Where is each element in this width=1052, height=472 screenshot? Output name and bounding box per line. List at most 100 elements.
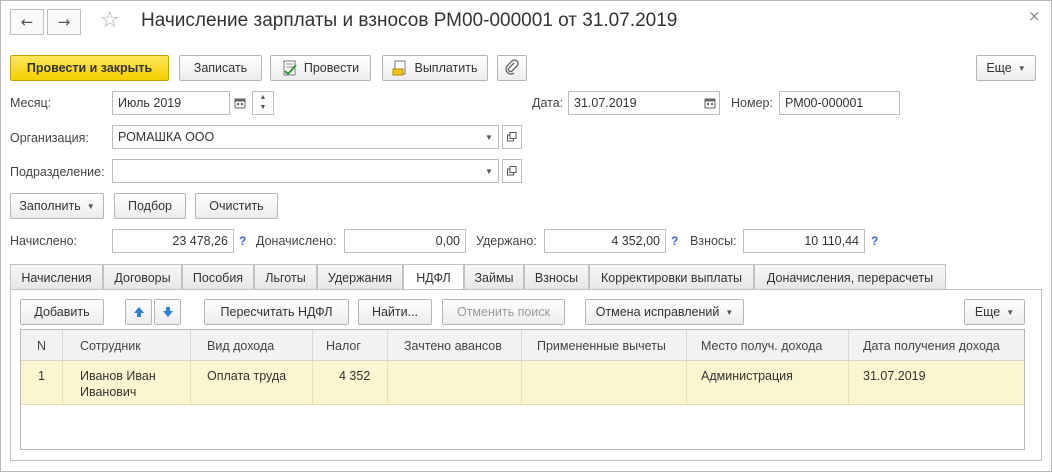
table-more-label: Еще <box>974 305 1001 319</box>
column-header-tax[interactable]: Налог <box>313 330 388 361</box>
chevron-down-icon: ▼ <box>1017 63 1026 73</box>
find-button[interactable]: Найти... <box>358 299 432 325</box>
contributions-help-icon[interactable]: ? <box>871 234 878 248</box>
arrow-left-icon: ← <box>20 13 34 31</box>
pay-button-label: Выплатить <box>414 61 478 75</box>
cell-n: 1 <box>21 361 63 405</box>
tab-ndfl[interactable]: НДФЛ <box>403 264 464 291</box>
star-icon[interactable]: ☆ <box>100 8 120 34</box>
tab-benefits[interactable]: Пособия <box>182 264 254 290</box>
column-header-deductions[interactable]: Примененные вычеты <box>522 330 687 361</box>
fill-button[interactable]: Заполнить ▼ <box>10 193 104 219</box>
arrow-up-icon <box>133 307 144 317</box>
select-button[interactable]: Подбор <box>114 193 186 219</box>
contributions-label: Взносы: <box>690 234 737 248</box>
move-down-button[interactable] <box>154 299 181 325</box>
fill-button-label: Заполнить <box>19 199 81 213</box>
withheld-help-icon[interactable]: ? <box>671 234 678 248</box>
cell-employee: Иванов Иван Иванович <box>63 361 191 405</box>
extra-accrued-field: 0,00 <box>344 229 466 253</box>
open-window-icon <box>507 132 517 142</box>
payment-icon <box>392 60 408 76</box>
withheld-label: Удержано: <box>476 234 537 248</box>
date-field[interactable]: 31.07.2019 <box>568 91 720 115</box>
contributions-field: 10 110,44 <box>743 229 865 253</box>
close-icon[interactable]: × <box>1028 7 1041 25</box>
department-open-button[interactable] <box>502 159 522 183</box>
number-field[interactable]: РМ00-000001 <box>779 91 900 115</box>
table-more-button[interactable]: Еще ▼ <box>964 299 1025 325</box>
forward-button[interactable]: → <box>47 9 81 35</box>
chevron-down-icon: ▼ <box>725 307 734 317</box>
back-button[interactable]: ← <box>10 9 44 35</box>
spin-down-icon[interactable]: ▼ <box>260 103 267 113</box>
department-label: Подразделение: <box>10 165 105 179</box>
organization-field[interactable]: РОМАШКА ООО <box>112 125 499 149</box>
chevron-down-icon: ▼ <box>86 201 95 211</box>
save-button[interactable]: Записать <box>179 55 262 81</box>
department-dropdown-icon[interactable]: ▼ <box>480 159 498 183</box>
organization-open-button[interactable] <box>502 125 522 149</box>
post-button[interactable]: Провести <box>270 55 371 81</box>
post-button-label: Провести <box>303 61 360 75</box>
cell-advances <box>388 361 522 405</box>
move-up-button[interactable] <box>125 299 152 325</box>
date-calendar-icon[interactable] <box>701 91 719 115</box>
date-label: Дата: <box>532 96 564 110</box>
department-field[interactable] <box>112 159 499 183</box>
tab-contributions[interactable]: Взносы <box>524 264 589 290</box>
table-row[interactable]: 1 Иванов Иван Иванович Оплата труда 4 35… <box>21 361 1024 405</box>
column-header-employee[interactable]: Сотрудник <box>63 330 191 361</box>
arrow-right-icon: → <box>57 13 71 31</box>
cancel-corrections-button[interactable]: Отмена исправлений ▼ <box>585 299 744 325</box>
tab-payment-corrections[interactable]: Корректировки выплаты <box>589 264 754 290</box>
organization-label: Организация: <box>10 131 89 145</box>
organization-dropdown-icon[interactable]: ▼ <box>480 125 498 149</box>
cancel-search-button[interactable]: Отменить поиск <box>442 299 565 325</box>
open-window-icon <box>507 166 517 176</box>
withheld-field: 4 352,00 <box>544 229 666 253</box>
accrued-help-icon[interactable]: ? <box>239 234 246 248</box>
cell-income-type: Оплата труда <box>191 361 313 405</box>
month-spinner[interactable]: ▲ ▼ <box>252 91 274 115</box>
chevron-down-icon: ▼ <box>1006 307 1015 317</box>
month-field[interactable]: Июль 2019 <box>112 91 230 115</box>
recalculate-ndfl-button[interactable]: Пересчитать НДФЛ <box>204 299 349 325</box>
cell-place: Администрация <box>687 361 849 405</box>
column-header-date[interactable]: Дата получения дохода <box>849 330 1024 361</box>
arrow-down-icon <box>162 307 173 317</box>
window-title: Начисление зарплаты и взносов РМ00-00000… <box>141 10 678 31</box>
add-button[interactable]: Добавить <box>20 299 104 325</box>
tab-contracts[interactable]: Договоры <box>103 264 182 290</box>
more-button-label: Еще <box>986 61 1012 75</box>
post-document-icon <box>282 60 298 76</box>
column-header-place[interactable]: Место получ. дохода <box>687 330 849 361</box>
month-label: Месяц: <box>10 96 52 110</box>
column-header-advances[interactable]: Зачтено авансов <box>388 330 522 361</box>
paperclip-icon <box>505 58 519 78</box>
ndfl-table[interactable]: N Сотрудник Вид дохода Налог Зачтено ава… <box>20 329 1025 450</box>
attach-button[interactable] <box>497 55 527 81</box>
table-header: N Сотрудник Вид дохода Налог Зачтено ава… <box>21 330 1024 361</box>
cell-date: 31.07.2019 <box>863 369 926 383</box>
post-and-close-button[interactable]: Провести и закрыть <box>10 55 169 81</box>
calendar-icon[interactable] <box>231 91 249 115</box>
tab-recalculations[interactable]: Доначисления, перерасчеты <box>754 264 946 290</box>
clear-button[interactable]: Очистить <box>195 193 278 219</box>
number-label: Номер: <box>731 96 773 110</box>
column-header-n[interactable]: N <box>21 330 63 361</box>
extra-accrued-label: Доначислено: <box>256 234 337 248</box>
pay-button[interactable]: Выплатить <box>382 55 488 81</box>
cancel-corrections-label: Отмена исправлений <box>595 305 720 319</box>
tab-deductions[interactable]: Удержания <box>317 264 403 290</box>
accrued-label: Начислено: <box>10 234 78 248</box>
column-header-income-type[interactable]: Вид дохода <box>191 330 313 361</box>
tab-loans[interactable]: Займы <box>464 264 524 290</box>
cell-tax: 4 352 <box>313 361 388 405</box>
more-button[interactable]: Еще ▼ <box>976 55 1036 81</box>
tab-privileges[interactable]: Льготы <box>254 264 317 290</box>
spin-up-icon[interactable]: ▲ <box>260 93 267 103</box>
cell-deductions <box>522 361 687 405</box>
accrued-field: 23 478,26 <box>112 229 234 253</box>
tab-accruals[interactable]: Начисления <box>10 264 103 290</box>
